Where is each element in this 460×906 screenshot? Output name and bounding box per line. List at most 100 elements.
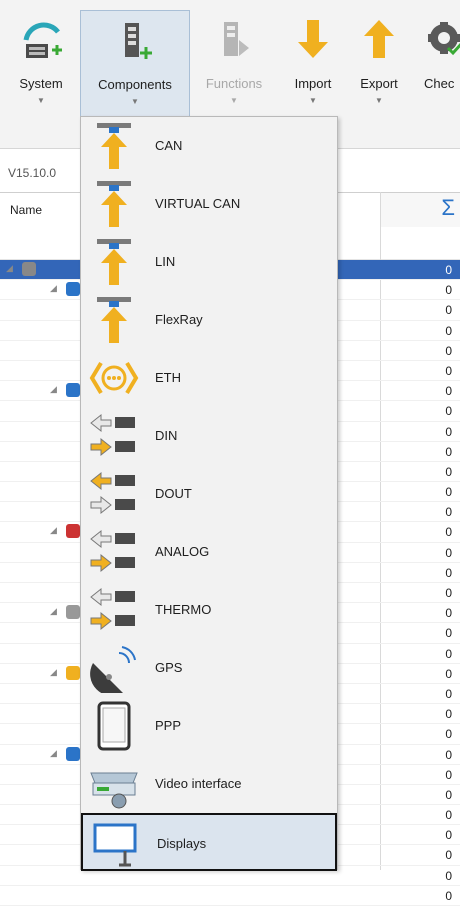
sum-value: 0 (445, 283, 452, 298)
name-column-header[interactable]: Name (10, 203, 42, 217)
tree-node-icon (66, 605, 80, 620)
sum-value: 0 (445, 424, 452, 439)
tree-expander-icon[interactable]: ◢ (50, 525, 57, 536)
functions-label: Functions (205, 76, 263, 91)
sum-value: 0 (445, 505, 452, 520)
chevron-down-icon: ▼ (37, 96, 45, 105)
functions-icon (224, 22, 249, 56)
menu-item-analog[interactable]: ANALOG (81, 523, 337, 581)
menu-item-label: ANALOG (155, 544, 210, 559)
sum-value: 0 (445, 808, 452, 823)
menu-item-label: DOUT (155, 486, 192, 501)
components-button[interactable]: Components ▼ (80, 10, 190, 120)
table-row[interactable]: 0 (0, 886, 460, 906)
ethernet-icon (89, 361, 139, 395)
thermo-io-icon (90, 587, 135, 631)
menu-item-virtual-can[interactable]: VIRTUAL CAN (81, 175, 337, 233)
export-label: Export (360, 76, 398, 91)
menu-item-label: LIN (155, 254, 176, 269)
chevron-down-icon: ▼ (230, 96, 238, 105)
menu-item-lin[interactable]: LIN (81, 233, 337, 291)
system-button[interactable]: System ▼ (6, 10, 76, 120)
tree-expander-icon[interactable]: ◢ (50, 384, 57, 395)
components-dropdown-menu: CAN VIRTUAL CAN LIN FlexRay ETH DIN DOUT ANALOG… (80, 116, 338, 871)
menu-item-label: ETH (155, 370, 181, 385)
tree-node-icon (22, 262, 36, 276)
sum-value: 0 (445, 666, 452, 681)
digital-in-icon (90, 413, 135, 457)
sum-value: 0 (445, 343, 452, 358)
import-arrow-icon (298, 20, 328, 58)
menu-item-eth[interactable]: ETH (81, 349, 337, 407)
display-icon (93, 823, 137, 867)
system-label: System (19, 76, 63, 91)
import-label: Import (294, 76, 332, 91)
sum-value: 0 (445, 323, 452, 338)
sum-value: 0 (445, 404, 452, 419)
menu-item-label: DIN (155, 428, 178, 443)
check-button[interactable]: Chec (414, 10, 460, 120)
sum-value: 0 (445, 888, 452, 903)
menu-item-ppp[interactable]: PPP (81, 697, 337, 755)
sum-value: 0 (445, 646, 452, 661)
sum-value: 0 (445, 586, 452, 600)
sum-value: 0 (445, 747, 452, 762)
tree-expander-icon[interactable]: ◢ (50, 748, 57, 759)
sum-value: 0 (445, 868, 452, 883)
components-add-icon (125, 23, 152, 59)
tree-node-icon (66, 665, 80, 680)
menu-item-label: CAN (155, 138, 183, 153)
menu-item-label: GPS (155, 660, 183, 675)
tree-expander-icon[interactable]: ◢ (50, 667, 57, 678)
menu-item-thermo[interactable]: THERMO (81, 581, 337, 639)
menu-item-flexray[interactable]: FlexRay (81, 291, 337, 349)
bus-in-arrow-icon (97, 239, 131, 285)
chevron-down-icon: ▼ (309, 96, 317, 105)
menu-item-gps[interactable]: GPS (81, 639, 337, 697)
import-button[interactable]: Import ▼ (282, 10, 344, 120)
tree-node-icon (66, 282, 80, 297)
menu-item-label: Video interface (155, 776, 242, 791)
sum-value: 0 (445, 363, 452, 378)
sum-value: 0 (445, 545, 452, 560)
sigma-icon: Σ (441, 195, 455, 220)
tree-node-icon (66, 746, 80, 761)
menu-item-din[interactable]: DIN (81, 407, 337, 465)
satellite-dish-icon (90, 646, 136, 693)
menu-item-label: VIRTUAL CAN (155, 196, 241, 211)
export-button[interactable]: Export ▼ (348, 10, 410, 120)
sum-value: 0 (445, 828, 452, 843)
menu-item-dout[interactable]: DOUT (81, 465, 337, 523)
functions-button[interactable]: Functions ▼ (194, 10, 274, 120)
tree-node-icon (66, 524, 80, 539)
chevron-down-icon: ▼ (131, 97, 139, 106)
sum-value: 0 (445, 848, 452, 863)
video-camera-icon (90, 772, 138, 809)
tablet-icon (97, 701, 131, 751)
menu-item-label: Displays (157, 836, 207, 851)
version-label: V15.10.0 (8, 166, 57, 180)
bus-in-arrow-icon (97, 181, 131, 227)
tree-expander-icon[interactable]: ◢ (6, 263, 13, 274)
sum-value: 0 (445, 787, 452, 802)
sum-value: 0 (445, 727, 452, 742)
analog-io-icon (90, 529, 135, 573)
menu-item-displays[interactable]: Displays (81, 813, 337, 871)
tree-expander-icon[interactable]: ◢ (50, 283, 57, 294)
chevron-down-icon: ▼ (375, 96, 383, 105)
menu-item-can[interactable]: CAN (81, 117, 337, 175)
bus-in-arrow-icon (97, 297, 131, 343)
sum-column-header[interactable]: Σ (380, 193, 460, 227)
sum-value: 0 (445, 263, 452, 277)
export-arrow-icon (364, 20, 394, 58)
tree-expander-icon[interactable]: ◢ (50, 606, 57, 617)
sum-value: 0 (445, 525, 452, 540)
menu-item-label: PPP (155, 718, 182, 733)
menu-item-label: FlexRay (155, 312, 203, 327)
menu-item-video-interface[interactable]: Video interface (81, 755, 337, 813)
sum-value: 0 (445, 767, 452, 782)
sum-value: 0 (445, 686, 452, 701)
digital-out-icon (90, 471, 135, 515)
bus-in-arrow-icon (97, 123, 131, 169)
sum-value: 0 (445, 707, 452, 722)
